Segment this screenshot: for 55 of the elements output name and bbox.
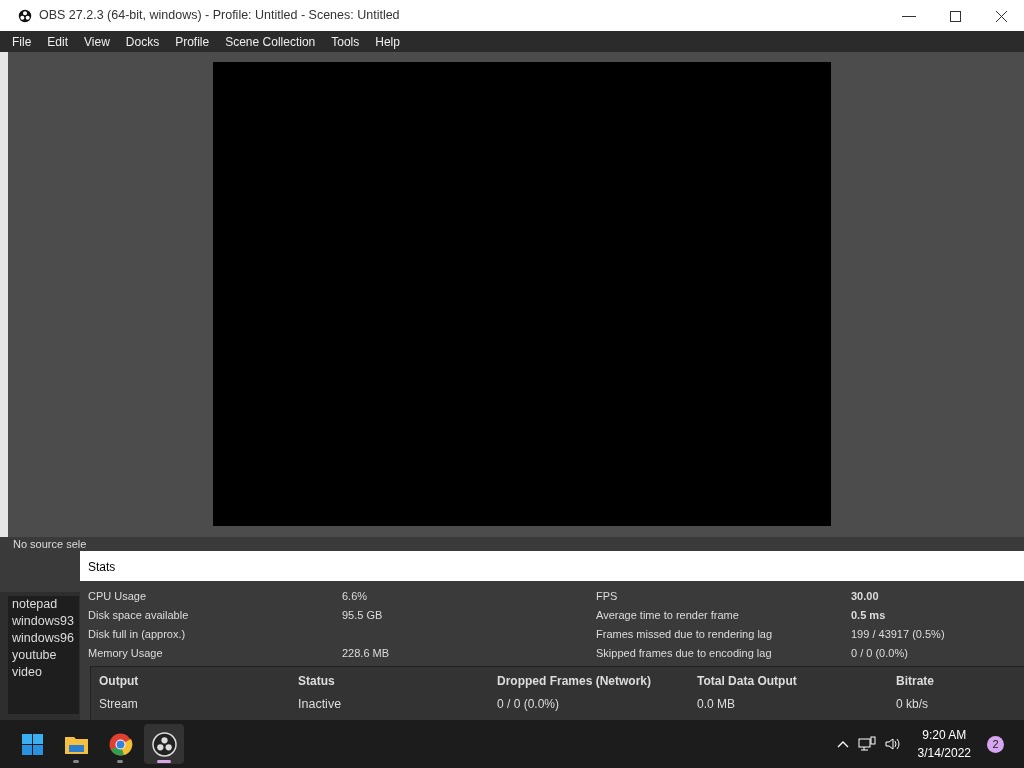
- minimize-icon: [902, 15, 916, 17]
- column-header: Output: [98, 673, 140, 690]
- stat-label: Memory Usage: [88, 646, 164, 661]
- stats-title: Stats: [88, 560, 116, 574]
- menu-item[interactable]: Scene Collection: [217, 32, 324, 51]
- clock-date: 3/14/2022: [917, 745, 971, 762]
- column-header: Status: [298, 673, 336, 690]
- taskbar-app-button[interactable]: [144, 724, 184, 764]
- menu-item[interactable]: Tools: [323, 32, 368, 51]
- browser-icon: [107, 731, 133, 757]
- scene-item[interactable]: video: [8, 664, 79, 681]
- stat-label: Skipped frames due to encoding lag: [596, 646, 773, 661]
- clock-time: 9:20 AM: [921, 727, 968, 744]
- stat-value: 199 / 43917 (0.5%): [851, 627, 946, 642]
- stat-value: 0.5 ms: [851, 608, 887, 623]
- column-header: Bitrate: [896, 673, 935, 690]
- clock[interactable]: 9:20 AM 3/14/2022: [917, 726, 971, 762]
- window-title: OBS 27.2.3 (64-bit, windows) - Profile: Untitled - Scenes: Untitled: [39, 7, 401, 25]
- scene-item[interactable]: notepad: [8, 596, 79, 613]
- stat-value: 6.6%: [342, 589, 369, 604]
- table-cell-text: Stream: [98, 696, 139, 713]
- menu-item[interactable]: Help: [367, 32, 408, 51]
- app-logo-icon: [17, 7, 33, 24]
- stat-label: Frames missed due to rendering lag: [596, 627, 774, 642]
- menu-item[interactable]: File: [4, 32, 40, 51]
- column-header: Total Data Output: [697, 673, 798, 690]
- menu-item[interactable]: Edit: [39, 32, 77, 51]
- menu-item[interactable]: View: [76, 32, 118, 51]
- network-icon[interactable]: [857, 736, 876, 752]
- table-cell-text: 0 / 0 (0.0%): [497, 696, 561, 713]
- table-cell-text: Inactive: [298, 696, 343, 713]
- stat-label: Disk full in (approx.): [88, 627, 187, 642]
- start-icon: [19, 731, 45, 757]
- stat-label: Disk space available: [88, 608, 190, 623]
- maximize-icon: [947, 8, 963, 24]
- table-cell-text: 0.0 MB: [697, 696, 736, 713]
- speaker-icon[interactable]: [883, 736, 902, 752]
- scene-item[interactable]: windows96: [8, 630, 79, 647]
- stat-value: 30.00: [851, 589, 880, 604]
- notification-badge[interactable]: 2: [987, 735, 1004, 753]
- obs-icon: [151, 731, 177, 757]
- stat-label: CPU Usage: [88, 589, 148, 604]
- close-icon: [993, 8, 1009, 24]
- column-header: Dropped Frames (Network): [497, 673, 653, 690]
- source-status-text: No source sele: [13, 538, 87, 550]
- stat-label: Average time to render frame: [596, 608, 740, 623]
- menu-item[interactable]: Docks: [117, 32, 168, 51]
- table-cell-text: 0 kb/s: [896, 696, 929, 713]
- stat-value: 0 / 0 (0.0%): [851, 646, 909, 661]
- stat-value: 95.5 GB: [342, 608, 384, 623]
- menu-item[interactable]: Profile: [167, 32, 218, 51]
- scene-item[interactable]: windows93: [8, 613, 79, 630]
- stat-value: 228.6 MB: [342, 646, 391, 661]
- stat-label: FPS: [596, 589, 619, 604]
- scene-item[interactable]: youtube: [8, 647, 79, 664]
